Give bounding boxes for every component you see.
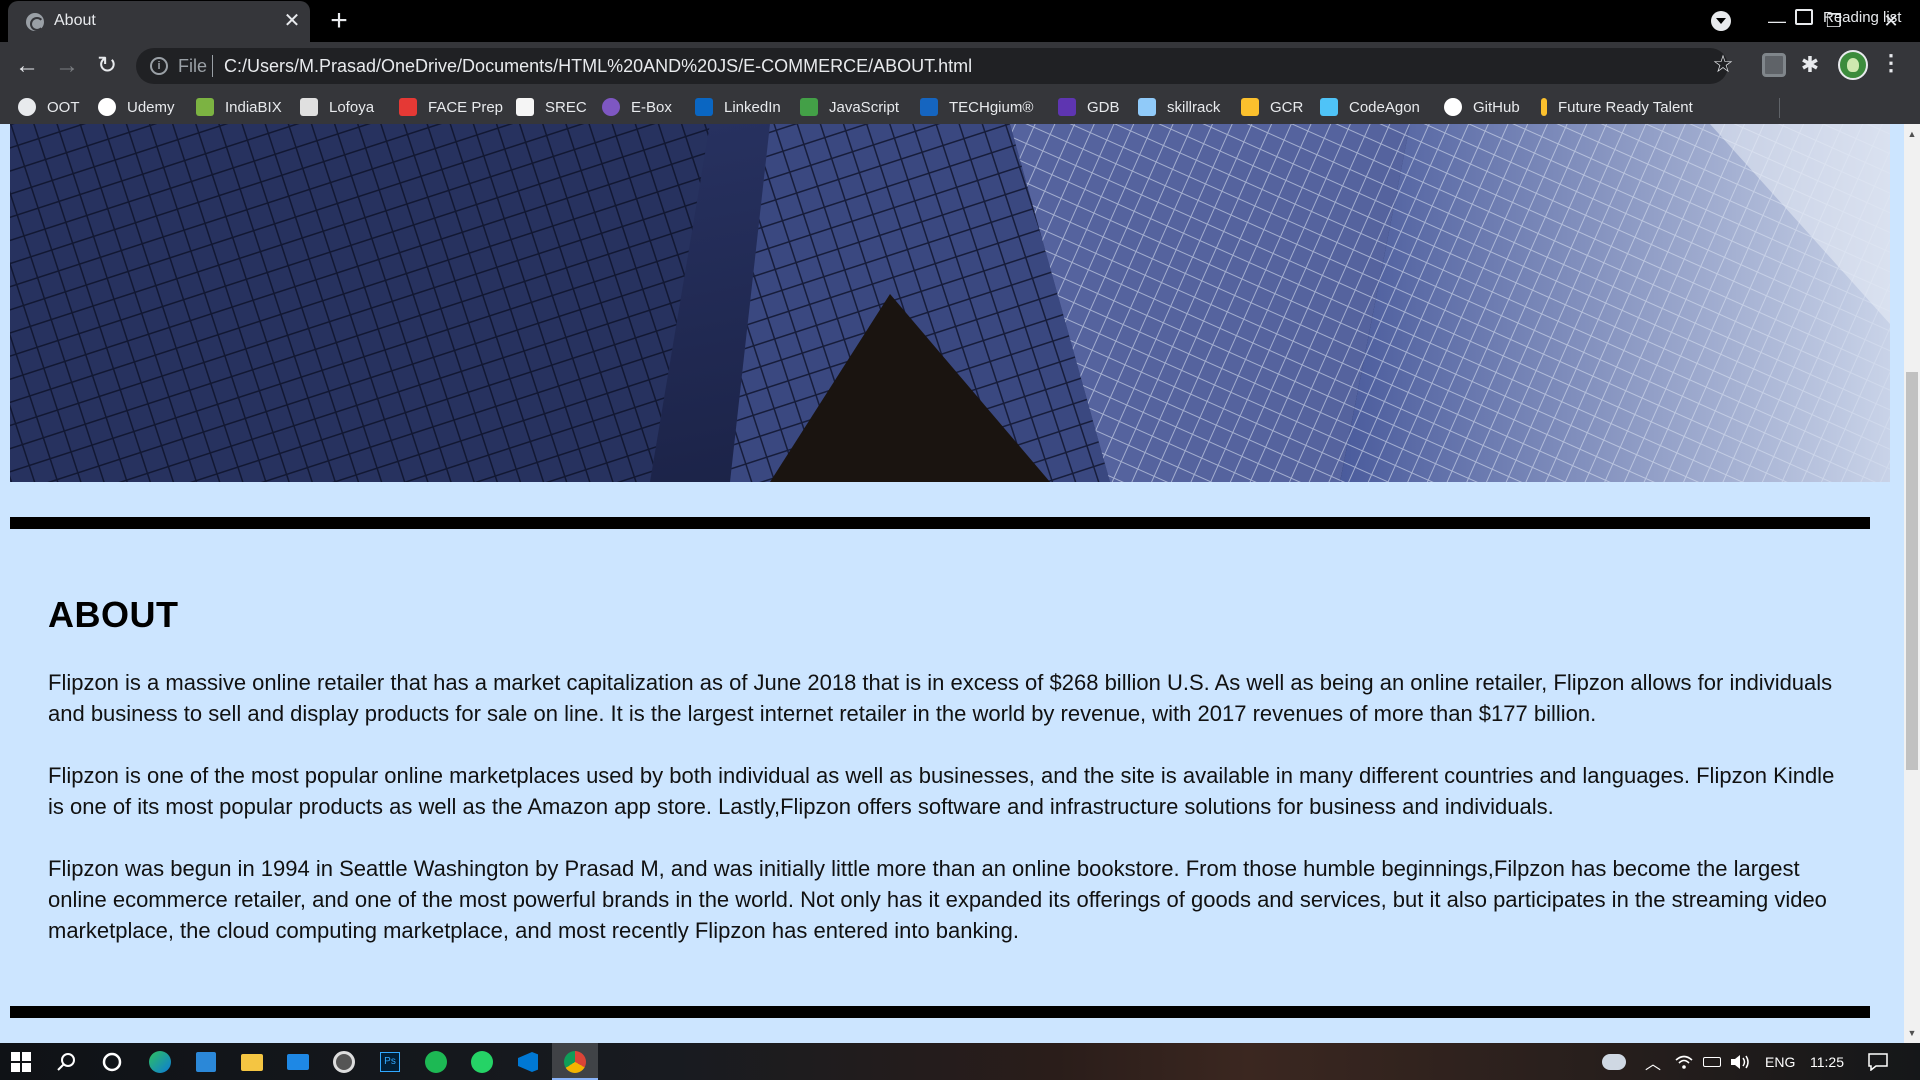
- bookmark-gcr[interactable]: GCR: [1241, 96, 1303, 118]
- bookmark-star-icon[interactable]: ☆: [1710, 50, 1736, 79]
- menu-icon[interactable]: ⋮: [1880, 50, 1902, 76]
- globe-icon: [26, 13, 44, 31]
- about-paragraph-1: Flipzon is a massive online retailer tha…: [48, 670, 1833, 726]
- search-icon[interactable]: [55, 1050, 79, 1074]
- bookmark-javascript[interactable]: JavaScript: [800, 96, 899, 118]
- bookmark-oot[interactable]: OOT: [18, 96, 80, 118]
- bookmarks-divider: [1779, 98, 1780, 118]
- reading-list-button[interactable]: Reading list: [1795, 6, 1901, 28]
- bookmark-favicon-icon: [516, 98, 534, 116]
- bookmark-favicon-icon: [800, 98, 818, 116]
- vscode-icon[interactable]: [516, 1050, 540, 1074]
- bookmark-lofoya[interactable]: Lofoya: [300, 96, 374, 118]
- tab-search-icon[interactable]: [1711, 11, 1731, 31]
- bookmark-favicon-icon: [602, 98, 620, 116]
- new-tab-button[interactable]: +: [323, 4, 355, 38]
- address-bar[interactable]: i File C:/Users/M.Prasad/OneDrive/Docume…: [136, 48, 1728, 84]
- bookmark-skillrack[interactable]: skillrack: [1138, 96, 1220, 118]
- forward-button[interactable]: →: [51, 50, 83, 82]
- url-text[interactable]: C:/Users/M.Prasad/OneDrive/Documents/HTM…: [224, 56, 972, 77]
- reload-button[interactable]: ↻: [91, 50, 123, 82]
- bookmark-favicon-icon: [18, 98, 36, 116]
- skyscraper-illustration: [10, 124, 1890, 482]
- bookmark-favicon-icon: [1138, 98, 1156, 116]
- bookmark-favicon-icon: [98, 98, 116, 116]
- battery-icon[interactable]: [1700, 1050, 1724, 1074]
- bookmark-codeagon[interactable]: CodeAgon: [1320, 96, 1420, 118]
- notification-icon[interactable]: [1866, 1050, 1890, 1074]
- back-button[interactable]: ←: [11, 50, 43, 82]
- scroll-up-arrow-icon[interactable]: ▲: [1906, 128, 1918, 140]
- minimize-button[interactable]: —: [1754, 4, 1800, 38]
- store-icon[interactable]: [194, 1050, 218, 1074]
- chrome-icon[interactable]: [563, 1050, 587, 1074]
- tab-about[interactable]: About ✕: [8, 1, 310, 42]
- bookmark-srec[interactable]: SREC: [516, 96, 587, 118]
- bookmark-favicon-icon: [1541, 98, 1547, 116]
- edge-icon[interactable]: [148, 1050, 172, 1074]
- bookmark-github[interactable]: GitHub: [1444, 96, 1520, 118]
- bookmark-linkedin[interactable]: LinkedIn: [695, 96, 781, 118]
- cortana-icon[interactable]: [100, 1050, 124, 1074]
- windows-start-icon[interactable]: [9, 1050, 33, 1074]
- bookmark-gdb[interactable]: GDB: [1058, 96, 1120, 118]
- bookmark-favicon-icon: [300, 98, 318, 116]
- tab-close-button[interactable]: ✕: [280, 9, 304, 33]
- page-viewport: ABOUT Flipzon is a massive online retail…: [0, 124, 1904, 1043]
- spotify-icon[interactable]: [424, 1050, 448, 1074]
- bookmark-udemy[interactable]: Udemy: [98, 96, 175, 118]
- wifi-icon[interactable]: [1672, 1050, 1696, 1074]
- profile-avatar[interactable]: [1838, 50, 1868, 80]
- volume-icon[interactable]: [1728, 1050, 1752, 1074]
- whatsapp-icon[interactable]: [470, 1050, 494, 1074]
- bookmark-face-prep[interactable]: FACE Prep: [399, 96, 503, 118]
- windows-taskbar: Ps ︿ ENG 11:25: [0, 1043, 1920, 1080]
- photoshop-icon[interactable]: Ps: [378, 1050, 402, 1074]
- chevron-up-icon[interactable]: ︿: [1641, 1050, 1665, 1074]
- tab-title: About: [54, 12, 96, 29]
- bookmark-favicon-icon: [1058, 98, 1076, 116]
- mail-icon[interactable]: [286, 1050, 310, 1074]
- protocol-label: File: [178, 56, 208, 76]
- scroll-down-arrow-icon[interactable]: ▼: [1906, 1027, 1918, 1039]
- bookmark-techgium[interactable]: TECHgium®: [920, 96, 1033, 118]
- media-player-icon[interactable]: [332, 1050, 356, 1074]
- bookmark-e-box[interactable]: E-Box: [602, 96, 672, 118]
- page-title: ABOUT: [48, 594, 179, 635]
- bookmark-favicon-icon: [920, 98, 938, 116]
- github-icon: [1444, 98, 1462, 116]
- about-paragraph-2: Flipzon is one of the most popular onlin…: [48, 763, 1835, 819]
- divider-bottom: [10, 1006, 1870, 1018]
- bookmark-favicon-icon: [695, 98, 713, 116]
- omnibox-separator: [212, 55, 213, 77]
- divider-top: [10, 517, 1870, 529]
- bookmark-favicon-icon: [399, 98, 417, 116]
- tab-strip: About ✕ + — ❐ ✕: [0, 0, 1920, 42]
- extensions-puzzle-icon[interactable]: ✱: [1798, 53, 1822, 77]
- scrollbar-thumb[interactable]: [1906, 372, 1918, 770]
- weather-icon[interactable]: [1602, 1050, 1626, 1074]
- bookmark-future-ready-talent[interactable]: Future Ready Talent: [1541, 96, 1693, 118]
- extension-icon[interactable]: [1762, 53, 1786, 77]
- hero-image: [10, 124, 1890, 482]
- language-indicator[interactable]: ENG: [1765, 1054, 1795, 1070]
- bookmarks-bar: OOT Udemy IndiaBIX Lofoya FACE Prep SREC…: [0, 90, 1920, 124]
- bookmark-favicon-icon: [1320, 98, 1338, 116]
- reading-list-icon: [1795, 9, 1813, 25]
- clock[interactable]: 11:25: [1810, 1054, 1844, 1070]
- file-explorer-icon[interactable]: [240, 1050, 264, 1074]
- browser-toolbar: ← → ↻ i File C:/Users/M.Prasad/OneDrive/…: [0, 42, 1920, 90]
- bookmark-favicon-icon: [196, 98, 214, 116]
- bookmark-favicon-icon: [1241, 98, 1259, 116]
- info-icon[interactable]: i: [150, 57, 168, 75]
- about-paragraph-3: Flipzon was begun in 1994 in Seattle Was…: [48, 856, 1827, 943]
- bookmark-indiabix[interactable]: IndiaBIX: [196, 96, 282, 118]
